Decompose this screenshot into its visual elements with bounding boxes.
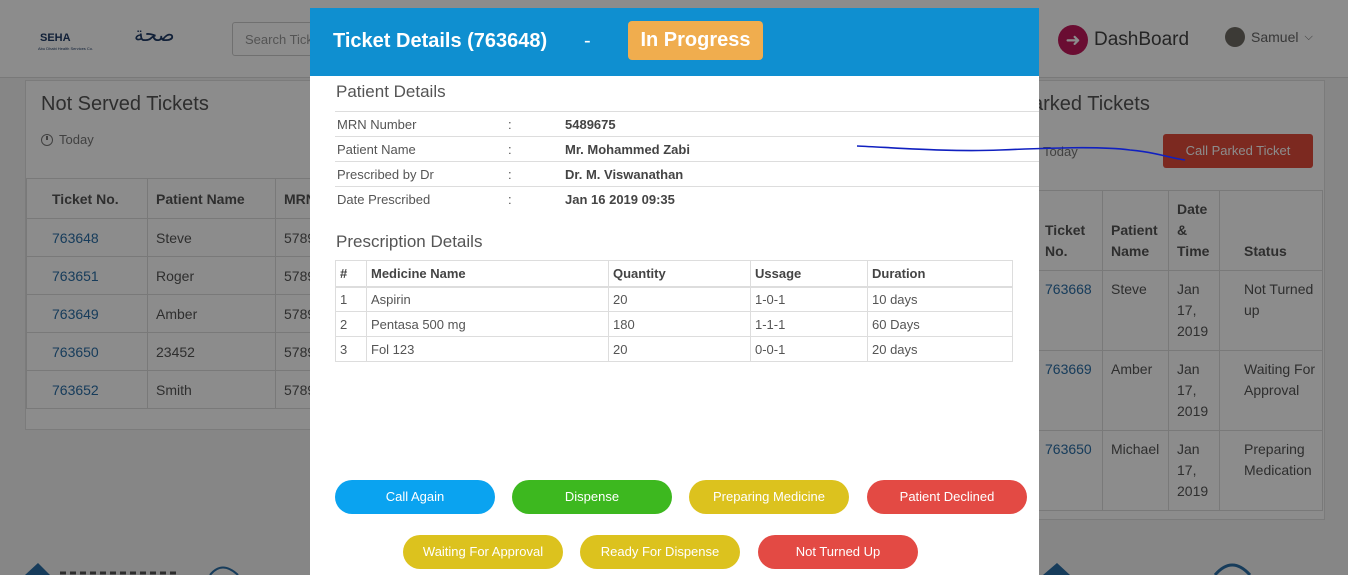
detail-row-date-prescribed: Date Prescribed : Jan 16 2019 09:35 <box>335 187 1039 212</box>
detail-row-prescribed-by: Prescribed by Dr : Dr. M. Viswanathan <box>335 162 1039 187</box>
title-separator: - <box>584 30 591 52</box>
patient-details-heading: Patient Details <box>336 82 446 101</box>
waiting-for-approval-button[interactable]: Waiting For Approval <box>403 535 563 569</box>
detail-label: Patient Name <box>337 142 416 157</box>
patient-declined-button[interactable]: Patient Declined <box>867 480 1027 514</box>
table-row: 2 Pentasa 500 mg 180 1-1-1 60 Days <box>335 311 1013 337</box>
quantity: 20 <box>608 286 751 312</box>
detail-label: Date Prescribed <box>337 192 431 207</box>
dispense-button[interactable]: Dispense <box>512 480 672 514</box>
detail-colon: : <box>508 117 512 132</box>
prescription-details-heading: Prescription Details <box>336 232 483 251</box>
detail-row-mrn: MRN Number : 5489675 <box>335 112 1039 137</box>
column-header: Ussage <box>750 260 868 288</box>
column-header: Medicine Name <box>366 260 609 288</box>
quantity: 20 <box>608 336 751 362</box>
table-row: 1 Aspirin 20 1-0-1 10 days <box>335 286 1013 312</box>
ticket-details-modal: Ticket Details (763648) - In Progress Pa… <box>310 8 1039 575</box>
prescription-table: # Medicine Name Quantity Ussage Duration… <box>335 260 1013 362</box>
detail-label: Prescribed by Dr <box>337 167 434 182</box>
detail-value: Jan 16 2019 09:35 <box>565 192 675 207</box>
table-row: 3 Fol 123 20 0-0-1 20 days <box>335 336 1013 362</box>
detail-value: Dr. M. Viswanathan <box>565 167 684 182</box>
duration: 60 Days <box>867 311 1013 337</box>
preparing-medicine-button[interactable]: Preparing Medicine <box>689 480 849 514</box>
detail-colon: : <box>508 167 512 182</box>
detail-value: Mr. Mohammed Zabi <box>565 142 690 157</box>
medicine-name: Pentasa 500 mg <box>366 311 609 337</box>
quantity: 180 <box>608 311 751 337</box>
modal-header: Ticket Details (763648) - In Progress <box>310 8 1039 76</box>
modal-title: Ticket Details (763648) <box>333 30 548 52</box>
status-badge: In Progress <box>628 21 763 60</box>
call-again-button[interactable]: Call Again <box>335 480 495 514</box>
column-header: # <box>335 260 367 288</box>
duration: 20 days <box>867 336 1013 362</box>
row-number: 3 <box>335 336 367 362</box>
medicine-name: Aspirin <box>366 286 609 312</box>
ready-for-dispense-button[interactable]: Ready For Dispense <box>580 535 740 569</box>
duration: 10 days <box>867 286 1013 312</box>
detail-colon: : <box>508 192 512 207</box>
patient-details-list: MRN Number : 5489675 Patient Name : Mr. … <box>335 111 1039 212</box>
detail-value: 5489675 <box>565 117 616 132</box>
not-turned-up-button[interactable]: Not Turned Up <box>758 535 918 569</box>
detail-label: MRN Number <box>337 117 417 132</box>
row-number: 1 <box>335 286 367 312</box>
column-header: Quantity <box>608 260 751 288</box>
detail-colon: : <box>508 142 512 157</box>
detail-row-patient-name: Patient Name : Mr. Mohammed Zabi <box>335 137 1039 162</box>
column-header: Duration <box>867 260 1013 288</box>
usage: 1-0-1 <box>750 286 868 312</box>
medicine-name: Fol 123 <box>366 336 609 362</box>
row-number: 2 <box>335 311 367 337</box>
usage: 1-1-1 <box>750 311 868 337</box>
usage: 0-0-1 <box>750 336 868 362</box>
